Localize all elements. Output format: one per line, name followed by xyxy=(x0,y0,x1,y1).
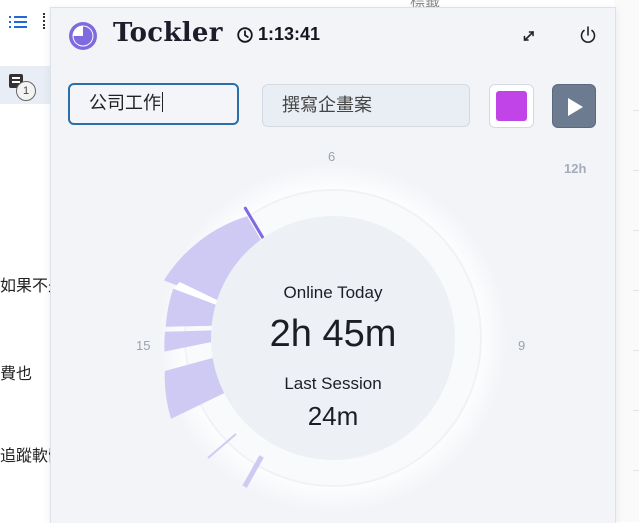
list-icon[interactable] xyxy=(9,13,27,29)
tockler-window: Tockler 1:13:41 公司工作 撰寫企畫案 6 9 15 12h On… xyxy=(50,7,616,523)
last-session-label: Last Session xyxy=(284,374,382,393)
online-today-value: 2h 45m xyxy=(269,313,397,355)
background-right-edge xyxy=(614,0,639,522)
background-text-line: 費也 xyxy=(0,366,33,383)
dial-label-6: 6 xyxy=(328,149,336,164)
online-today-label: Online Today xyxy=(283,283,383,302)
dial-label-12h[interactable]: 12h xyxy=(564,161,586,176)
timer-badge-icon: 1 xyxy=(16,81,36,101)
online-time-dial xyxy=(158,163,508,513)
last-session-value: 24m xyxy=(307,401,359,431)
